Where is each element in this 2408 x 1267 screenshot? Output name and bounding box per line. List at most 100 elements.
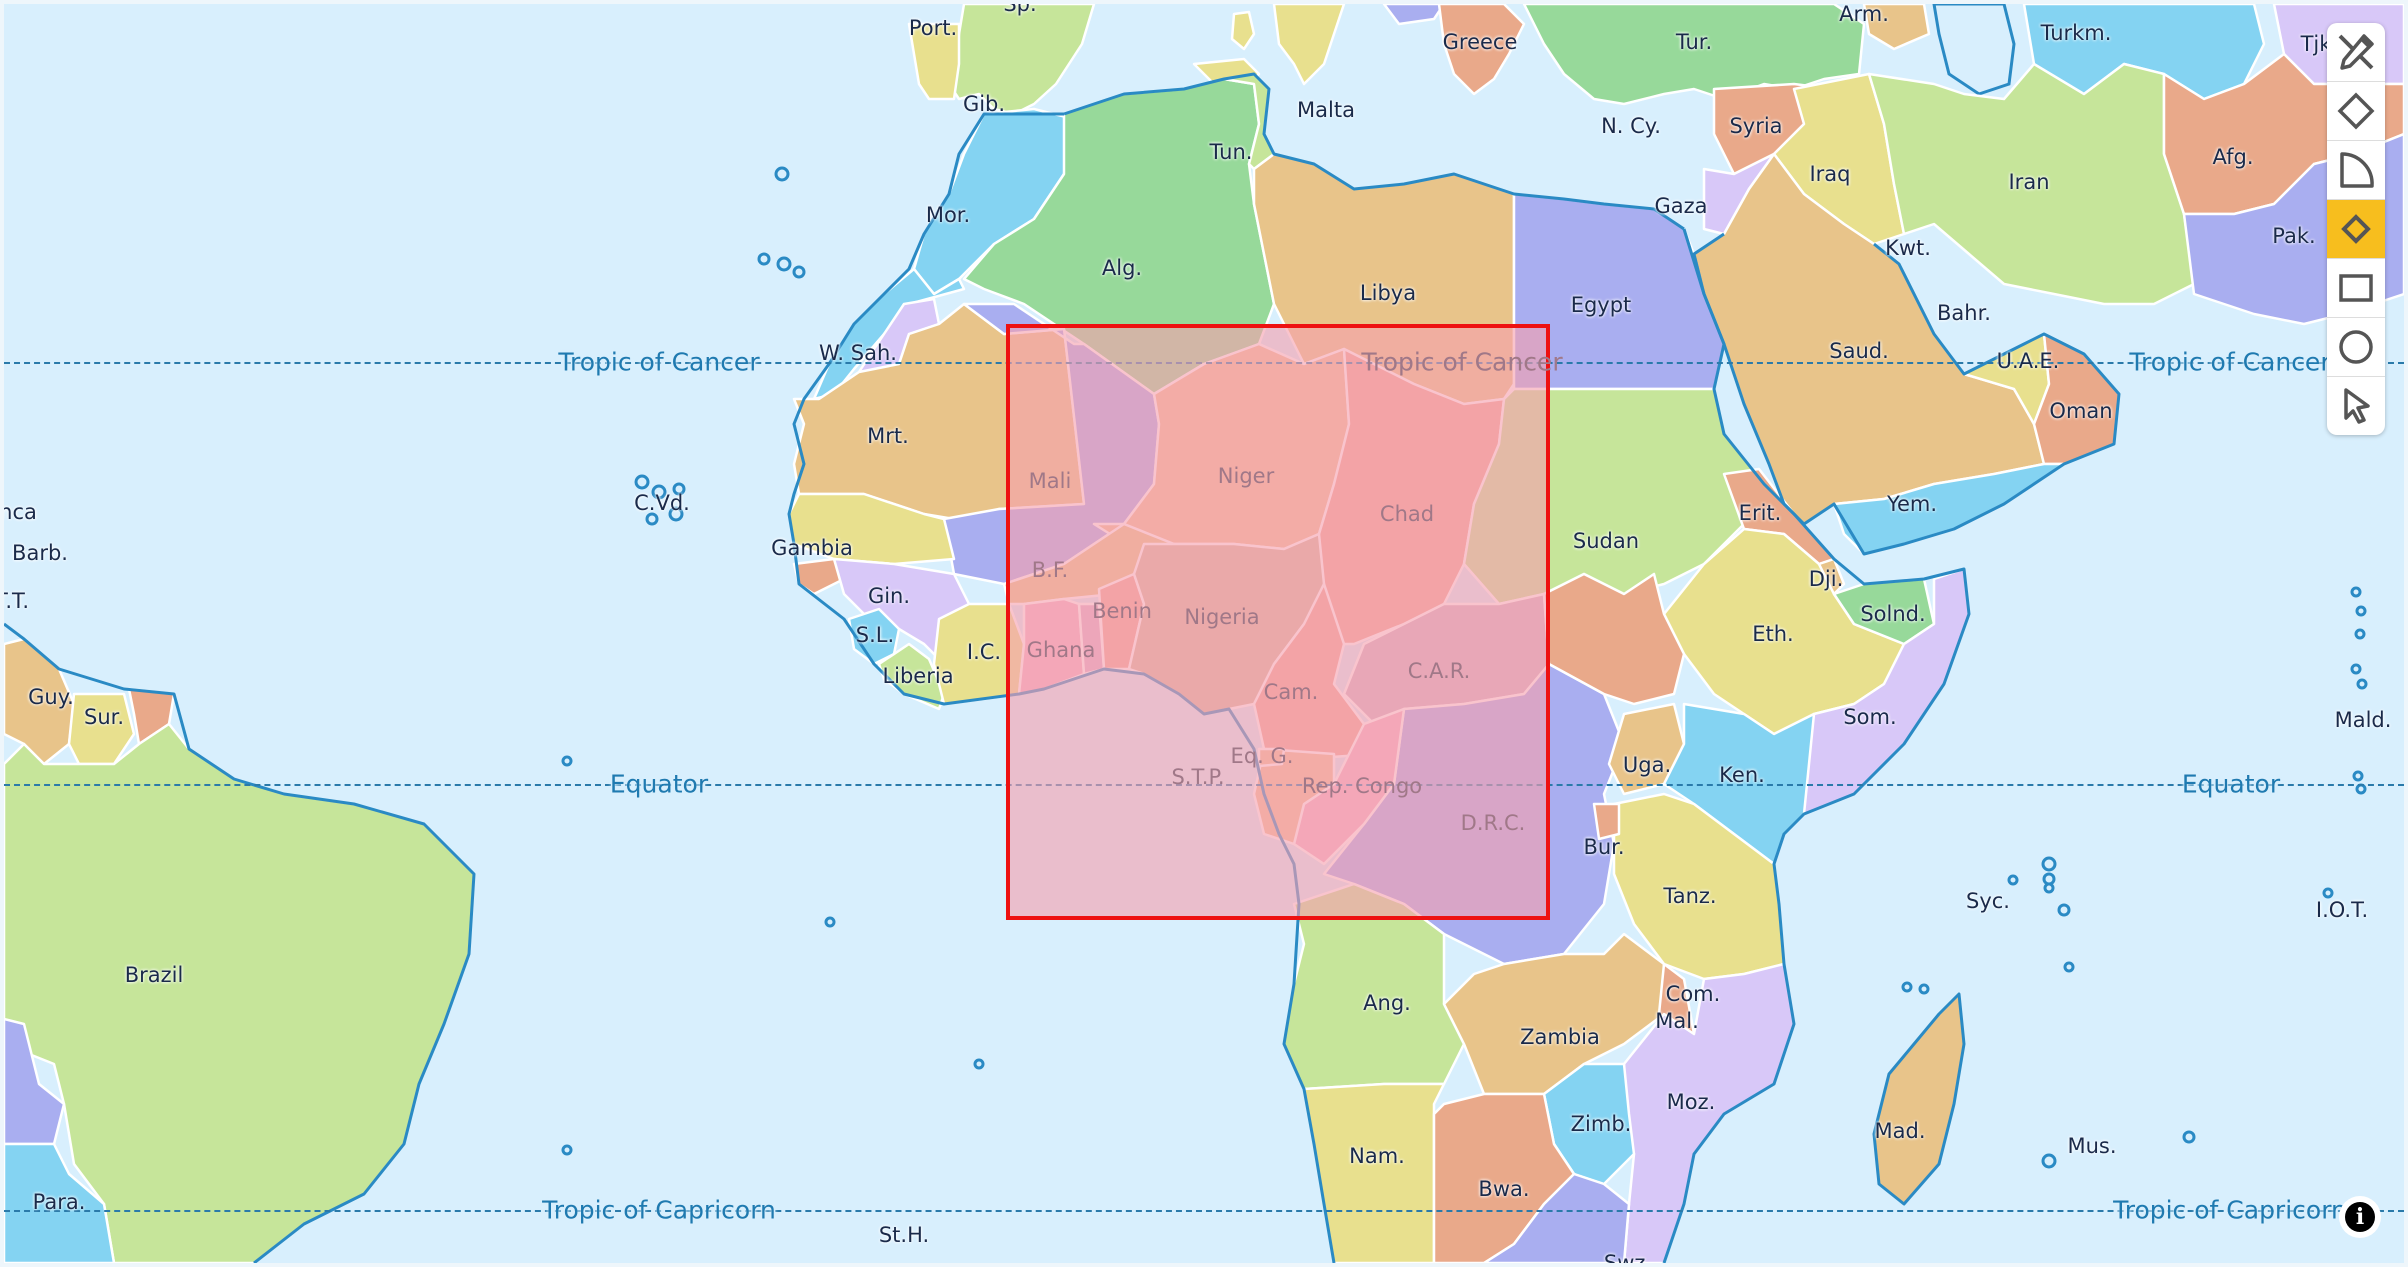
label-namibia: Nam. xyxy=(1349,1144,1405,1168)
label-iran: Iran xyxy=(2008,170,2050,194)
label-algeria: Alg. xyxy=(1101,256,1143,280)
equator-label: Equator xyxy=(609,769,709,799)
label-ghana: Ghana xyxy=(1026,638,1096,662)
label-n-cyprus: N. Cy. xyxy=(1601,114,1661,138)
country-caspian xyxy=(1932,4,2016,96)
label-cape-verde: C.Vd. xyxy=(634,491,690,515)
country-madagascar[interactable] xyxy=(1872,992,1966,1206)
label-mali: Mali xyxy=(1028,469,1072,493)
equator-label: Equator xyxy=(2181,769,2281,799)
tropic-of-cancer-label: Tropic of Cancer xyxy=(558,347,760,377)
pencil-cross-icon xyxy=(2338,34,2374,70)
label-egypt: Egypt xyxy=(1570,293,1632,317)
label-mozambique: Moz. xyxy=(1666,1090,1716,1114)
country-sardinia[interactable] xyxy=(1230,10,1256,51)
map-canvas[interactable]: Tropic of Cancer Tropic of Cancer Tropic… xyxy=(4,4,2404,1263)
label-uganda: Uga. xyxy=(1622,753,1672,777)
tropic-of-cancer-label: Tropic of Cancer xyxy=(2129,347,2331,377)
label-portugal: Port. xyxy=(908,16,958,40)
label-seychelles: Syc. xyxy=(1966,889,2010,913)
label-suriname: Sur. xyxy=(83,705,125,729)
label-cameroon: Cam. xyxy=(1263,680,1319,704)
label-greece: Greece xyxy=(1442,30,1518,54)
label-benin: Benin xyxy=(1092,599,1152,623)
label-brazil: Brazil xyxy=(124,963,184,987)
diamond-marker-icon xyxy=(2341,214,2371,244)
label-somalia: Som. xyxy=(1843,705,1897,729)
country-namibia[interactable] xyxy=(1302,1082,1446,1263)
label-drc: D.R.C. xyxy=(1460,811,1526,835)
label-chad: Chad xyxy=(1379,502,1435,526)
label-djibouti: Dji. xyxy=(1808,567,1844,591)
tropic-of-capricorn-label: Tropic of Capricorn xyxy=(542,1195,776,1225)
draw-rectangle-button[interactable] xyxy=(2327,259,2385,318)
islands-canary xyxy=(757,166,806,279)
label-st-helena: St.H. xyxy=(878,1223,930,1247)
label-botswana: Bwa. xyxy=(1478,1177,1530,1201)
label-barbados: Barb. xyxy=(12,541,68,565)
label-paraguay: Para. xyxy=(32,1190,86,1214)
label-sierra-leone: S.L. xyxy=(855,623,895,647)
label-nigeria: Nigeria xyxy=(1184,605,1260,629)
label-kenya: Ken. xyxy=(1719,763,1765,787)
label-pakistan: Pak. xyxy=(2272,224,2316,248)
label-stp: S.T.P. xyxy=(1171,765,1225,789)
country-balkans[interactable] xyxy=(1382,4,1446,26)
draw-sector-button[interactable] xyxy=(2327,141,2385,200)
drawing-toolbar xyxy=(2327,23,2385,435)
tropic-of-capricorn-label: Tropic of Capricorn xyxy=(2113,1195,2347,1225)
label-ethiopia: Eth. xyxy=(1752,622,1794,646)
label-mauritania: Mrt. xyxy=(867,424,909,448)
label-bahrain: Bahr. xyxy=(1937,301,1991,325)
tropic-of-cancer-label: Tropic of Cancer xyxy=(1361,347,1563,377)
label-zimbabwe: Zimb. xyxy=(1570,1112,1632,1136)
label-zambia: Zambia xyxy=(1520,1025,1600,1049)
label-gibraltar: Gib. xyxy=(962,92,1006,116)
label-ivory-coast: I.C. xyxy=(966,640,1002,664)
label-guyana: Guy. xyxy=(28,685,74,709)
tropic-of-capricorn-line xyxy=(4,1210,2404,1212)
label-burkina-faso: B.F. xyxy=(1031,558,1069,582)
label-swaziland: Swz. xyxy=(1603,1251,1653,1263)
label-morocco: Mor. xyxy=(925,203,971,227)
label-yemen: Yem. xyxy=(1886,492,1938,516)
label-somaliland: Solnd. xyxy=(1860,602,1926,626)
label-tunisia: Tun. xyxy=(1209,140,1253,164)
country-rwanda-burundi[interactable] xyxy=(1592,802,1621,841)
label-afghanistan: Afg. xyxy=(2212,145,2254,169)
label-syria: Syria xyxy=(1729,114,1783,138)
draw-polygon-button[interactable] xyxy=(2327,82,2385,141)
label-rep-congo: Rep. Congo xyxy=(1301,774,1423,798)
label-trinidad: T.T. xyxy=(4,589,30,613)
label-mauritius: Mus. xyxy=(2067,1134,2117,1158)
country-italy[interactable] xyxy=(1272,4,1346,86)
label-oman: Oman xyxy=(2049,399,2113,423)
label-angola: Ang. xyxy=(1363,991,1411,1015)
label-eritrea: Erit. xyxy=(1738,501,1782,525)
label-guinea: Gin. xyxy=(867,584,911,608)
info-button[interactable]: i xyxy=(2339,1196,2381,1238)
label-turkmenistan: Turkm. xyxy=(2040,21,2112,45)
label-tanzania: Tanz. xyxy=(1663,884,1717,908)
polygon-icon xyxy=(2337,92,2375,130)
label-iraq: Iraq xyxy=(1809,162,1851,186)
label-spain: Sp. xyxy=(1003,4,1037,16)
cursor-arrow-icon xyxy=(2344,388,2370,424)
circle-icon xyxy=(2339,330,2373,364)
label-burundi: Bur. xyxy=(1583,835,1625,859)
label-sudan: Sudan xyxy=(1572,529,1640,553)
clear-drawings-button[interactable] xyxy=(2327,23,2385,82)
draw-point-button[interactable] xyxy=(2327,200,2385,259)
label-armenia: Arm. xyxy=(1839,4,1889,26)
info-icon: i xyxy=(2345,1202,2375,1232)
draw-circle-button[interactable] xyxy=(2327,318,2385,377)
label-western-sahara: W. Sah. xyxy=(819,341,897,365)
select-tool-button[interactable] xyxy=(2327,377,2385,435)
label-kuwait: Kwt. xyxy=(1885,236,1931,260)
label-eq-guinea: Eq. G. xyxy=(1230,744,1294,768)
label-malta: Malta xyxy=(1297,98,1355,122)
label-niger: Niger xyxy=(1217,464,1275,488)
label-st-lucia: nca xyxy=(4,500,37,524)
label-libya: Libya xyxy=(1359,281,1417,305)
label-maldives: Mald. xyxy=(2334,708,2392,732)
